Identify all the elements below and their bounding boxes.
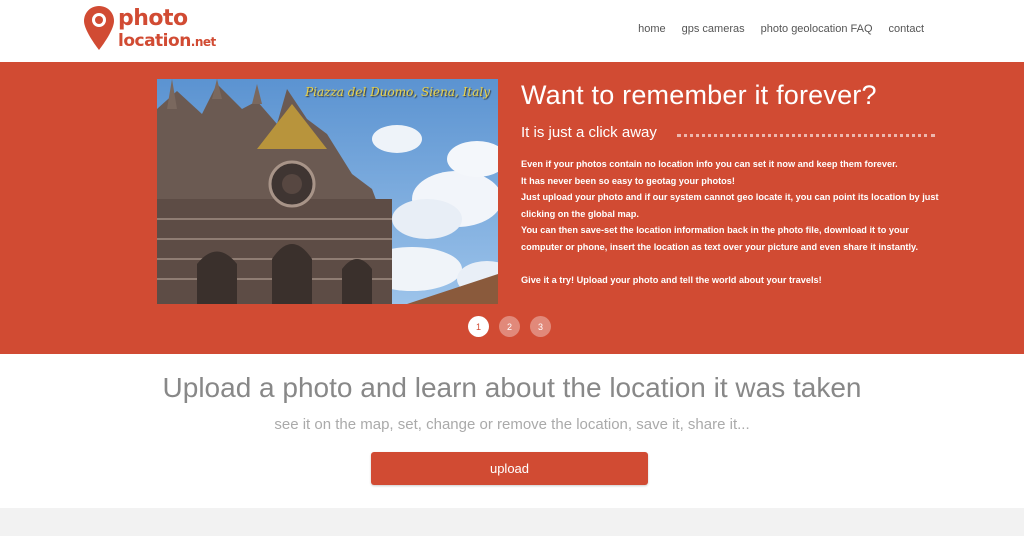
- site-header: photo location.net home gps cameras phot…: [0, 0, 1024, 62]
- hero-cta-text: Give it a try! Upload your photo and tel…: [521, 274, 822, 285]
- map-pin-icon: [84, 6, 114, 50]
- cathedral-photo: Piazza del Duomo, Siena, Italy: [157, 79, 498, 304]
- upload-button[interactable]: upload: [371, 452, 648, 485]
- logo-text-location: location.net: [118, 31, 216, 52]
- logo-text-photo: photo: [118, 6, 188, 31]
- slide-dot-2[interactable]: 2: [499, 316, 520, 337]
- nav-home[interactable]: home: [638, 23, 666, 35]
- hero-slider: Piazza del Duomo, Siena, Italy Want to r…: [0, 62, 1024, 354]
- subtitle-divider: [677, 134, 935, 137]
- hero-paragraph: It has never been so easy to geotag your…: [521, 175, 735, 186]
- hero-paragraph: Even if your photos contain no location …: [521, 159, 898, 169]
- logo-text-tld: .net: [190, 35, 216, 49]
- footer-band: [0, 508, 1024, 536]
- slide-dot-1[interactable]: 1: [468, 316, 489, 337]
- main-nav: home gps cameras photo geolocation FAQ c…: [638, 23, 924, 35]
- logo-text-location-word: location: [118, 31, 191, 51]
- hero-subtitle: It is just a click away: [521, 124, 657, 141]
- slider-pagination: 1 2 3: [468, 316, 551, 337]
- nav-gps-cameras[interactable]: gps cameras: [682, 23, 745, 35]
- nav-photo-geolocation-faq[interactable]: photo geolocation FAQ: [761, 23, 873, 35]
- hero-paragraph: Just upload your photo and if our system…: [521, 192, 939, 219]
- slide-dot-3[interactable]: 3: [530, 316, 551, 337]
- cathedral-illustration: [157, 79, 498, 304]
- site-logo[interactable]: photo location.net: [83, 4, 233, 56]
- upload-section-subtitle: see it on the map, set, change or remove…: [274, 416, 750, 433]
- photo-caption: Piazza del Duomo, Siena, Italy: [305, 85, 490, 99]
- hero-paragraph: You can then save-set the location infor…: [521, 225, 919, 252]
- hero-title: Want to remember it forever?: [521, 80, 877, 110]
- upload-section-title: Upload a photo and learn about the locat…: [162, 372, 862, 403]
- hero-description: Even if your photos contain no location …: [521, 156, 941, 288]
- nav-contact[interactable]: contact: [889, 23, 924, 35]
